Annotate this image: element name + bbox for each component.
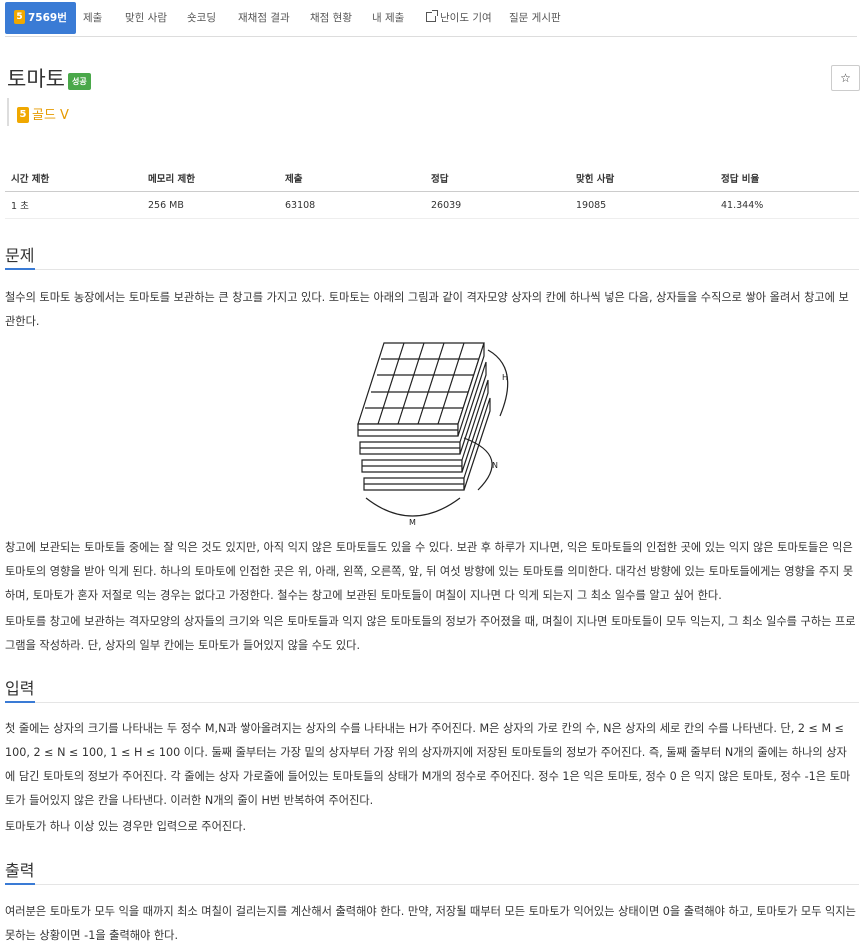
section-accent <box>5 268 35 270</box>
problem-heading: 문제 <box>5 246 35 265</box>
input-section-header: 입력 <box>5 675 859 703</box>
header-time-limit: 시간 제한 <box>5 164 142 192</box>
problem-paragraph-3: 토마토를 창고에 보관하는 격자모양의 상자들의 크기와 익은 토마토들과 익지… <box>5 615 856 652</box>
value-time-limit: 1 초 <box>5 191 142 219</box>
status-badge: 성공 <box>68 73 91 90</box>
section-rule <box>5 269 859 270</box>
tier-icon: 5 <box>17 106 29 123</box>
output-section-header: 출력 <box>5 857 859 885</box>
table-row: 1 초 256 MB 63108 26039 19085 41.344% <box>5 191 859 219</box>
star-button[interactable]: ☆ <box>831 65 860 91</box>
output-heading: 출력 <box>5 861 35 880</box>
problem-paragraph-2: 창고에 보관되는 토마토들 중에는 잘 익은 것도 있지만, 아직 익지 않은 … <box>5 541 854 602</box>
tier-divider <box>7 98 9 126</box>
stacked-boxes-drawing <box>357 342 509 517</box>
section-accent <box>5 701 35 703</box>
section-rule <box>5 702 859 703</box>
value-solved-users: 19085 <box>570 191 715 219</box>
section-accent <box>5 883 35 885</box>
header-submissions: 제출 <box>279 164 425 192</box>
header-accepted: 정답 <box>425 164 570 192</box>
tab-problem[interactable]: 5 7569번 <box>5 2 76 34</box>
external-link-icon <box>426 10 438 22</box>
tomato-boxes-figure: H N M <box>357 342 509 527</box>
problem-section-header: 문제 <box>5 242 859 270</box>
figure-label-n: N <box>492 461 498 470</box>
header-accept-ratio: 정답 비율 <box>715 164 859 192</box>
tab-question-board[interactable]: 질문 게시판 <box>509 3 561 34</box>
problem-title: 토마토 <box>7 67 65 91</box>
value-submissions: 63108 <box>279 191 425 219</box>
section-rule <box>5 884 859 885</box>
tab-rejudge-results[interactable]: 재채점 결과 <box>238 3 290 34</box>
input-paragraph-2: 토마토가 하나 이상 있는 경우만 입력으로 주어진다. <box>5 820 247 833</box>
value-accepted: 26039 <box>425 191 570 219</box>
value-memory-limit: 256 MB <box>142 191 279 219</box>
tier-label: 골드 V <box>32 108 69 123</box>
header-memory-limit: 메모리 제한 <box>142 164 279 192</box>
figure-label-m: M <box>409 518 416 527</box>
figure-label-h: H <box>502 373 508 382</box>
tab-difficulty-contrib[interactable]: 난이도 기여 <box>426 3 492 34</box>
output-paragraph-1: 여러분은 토마토가 모두 익을 때까지 최소 며칠이 걸리는지를 계산해서 출력… <box>5 905 856 942</box>
header-solved-users: 맞힌 사람 <box>570 164 715 192</box>
value-accept-ratio: 41.344% <box>715 191 859 219</box>
input-heading: 입력 <box>5 679 35 698</box>
table-header-row: 시간 제한 메모리 제한 제출 정답 맞힌 사람 정답 비율 <box>5 164 859 192</box>
tab-submit[interactable]: 제출 <box>83 3 102 34</box>
tier-icon: 5 <box>14 10 25 24</box>
tab-difficulty-label: 난이도 기여 <box>440 12 492 24</box>
tab-solved-users[interactable]: 맞힌 사람 <box>125 3 167 34</box>
tab-short-coding[interactable]: 숏코딩 <box>187 3 216 34</box>
problem-info-table: 시간 제한 메모리 제한 제출 정답 맞힌 사람 정답 비율 1 초 256 M… <box>5 164 859 219</box>
problem-paragraph-1: 철수의 토마토 농장에서는 토마토를 보관하는 큰 창고를 가지고 있다. 토마… <box>5 291 849 328</box>
tab-judge-status[interactable]: 채점 현황 <box>310 3 352 34</box>
problem-tier[interactable]: 5 골드 V <box>17 104 69 124</box>
problem-nav: 5 7569번 제출 맞힌 사람 숏코딩 재채점 결과 채점 현황 내 제출 난이… <box>5 0 857 37</box>
tab-problem-label: 7569번 <box>28 12 67 24</box>
tab-my-submissions[interactable]: 내 제출 <box>372 3 404 34</box>
input-paragraph-1: 첫 줄에는 상자의 크기를 나타내는 두 정수 M,N과 쌓아올려지는 상자의 … <box>5 722 851 807</box>
